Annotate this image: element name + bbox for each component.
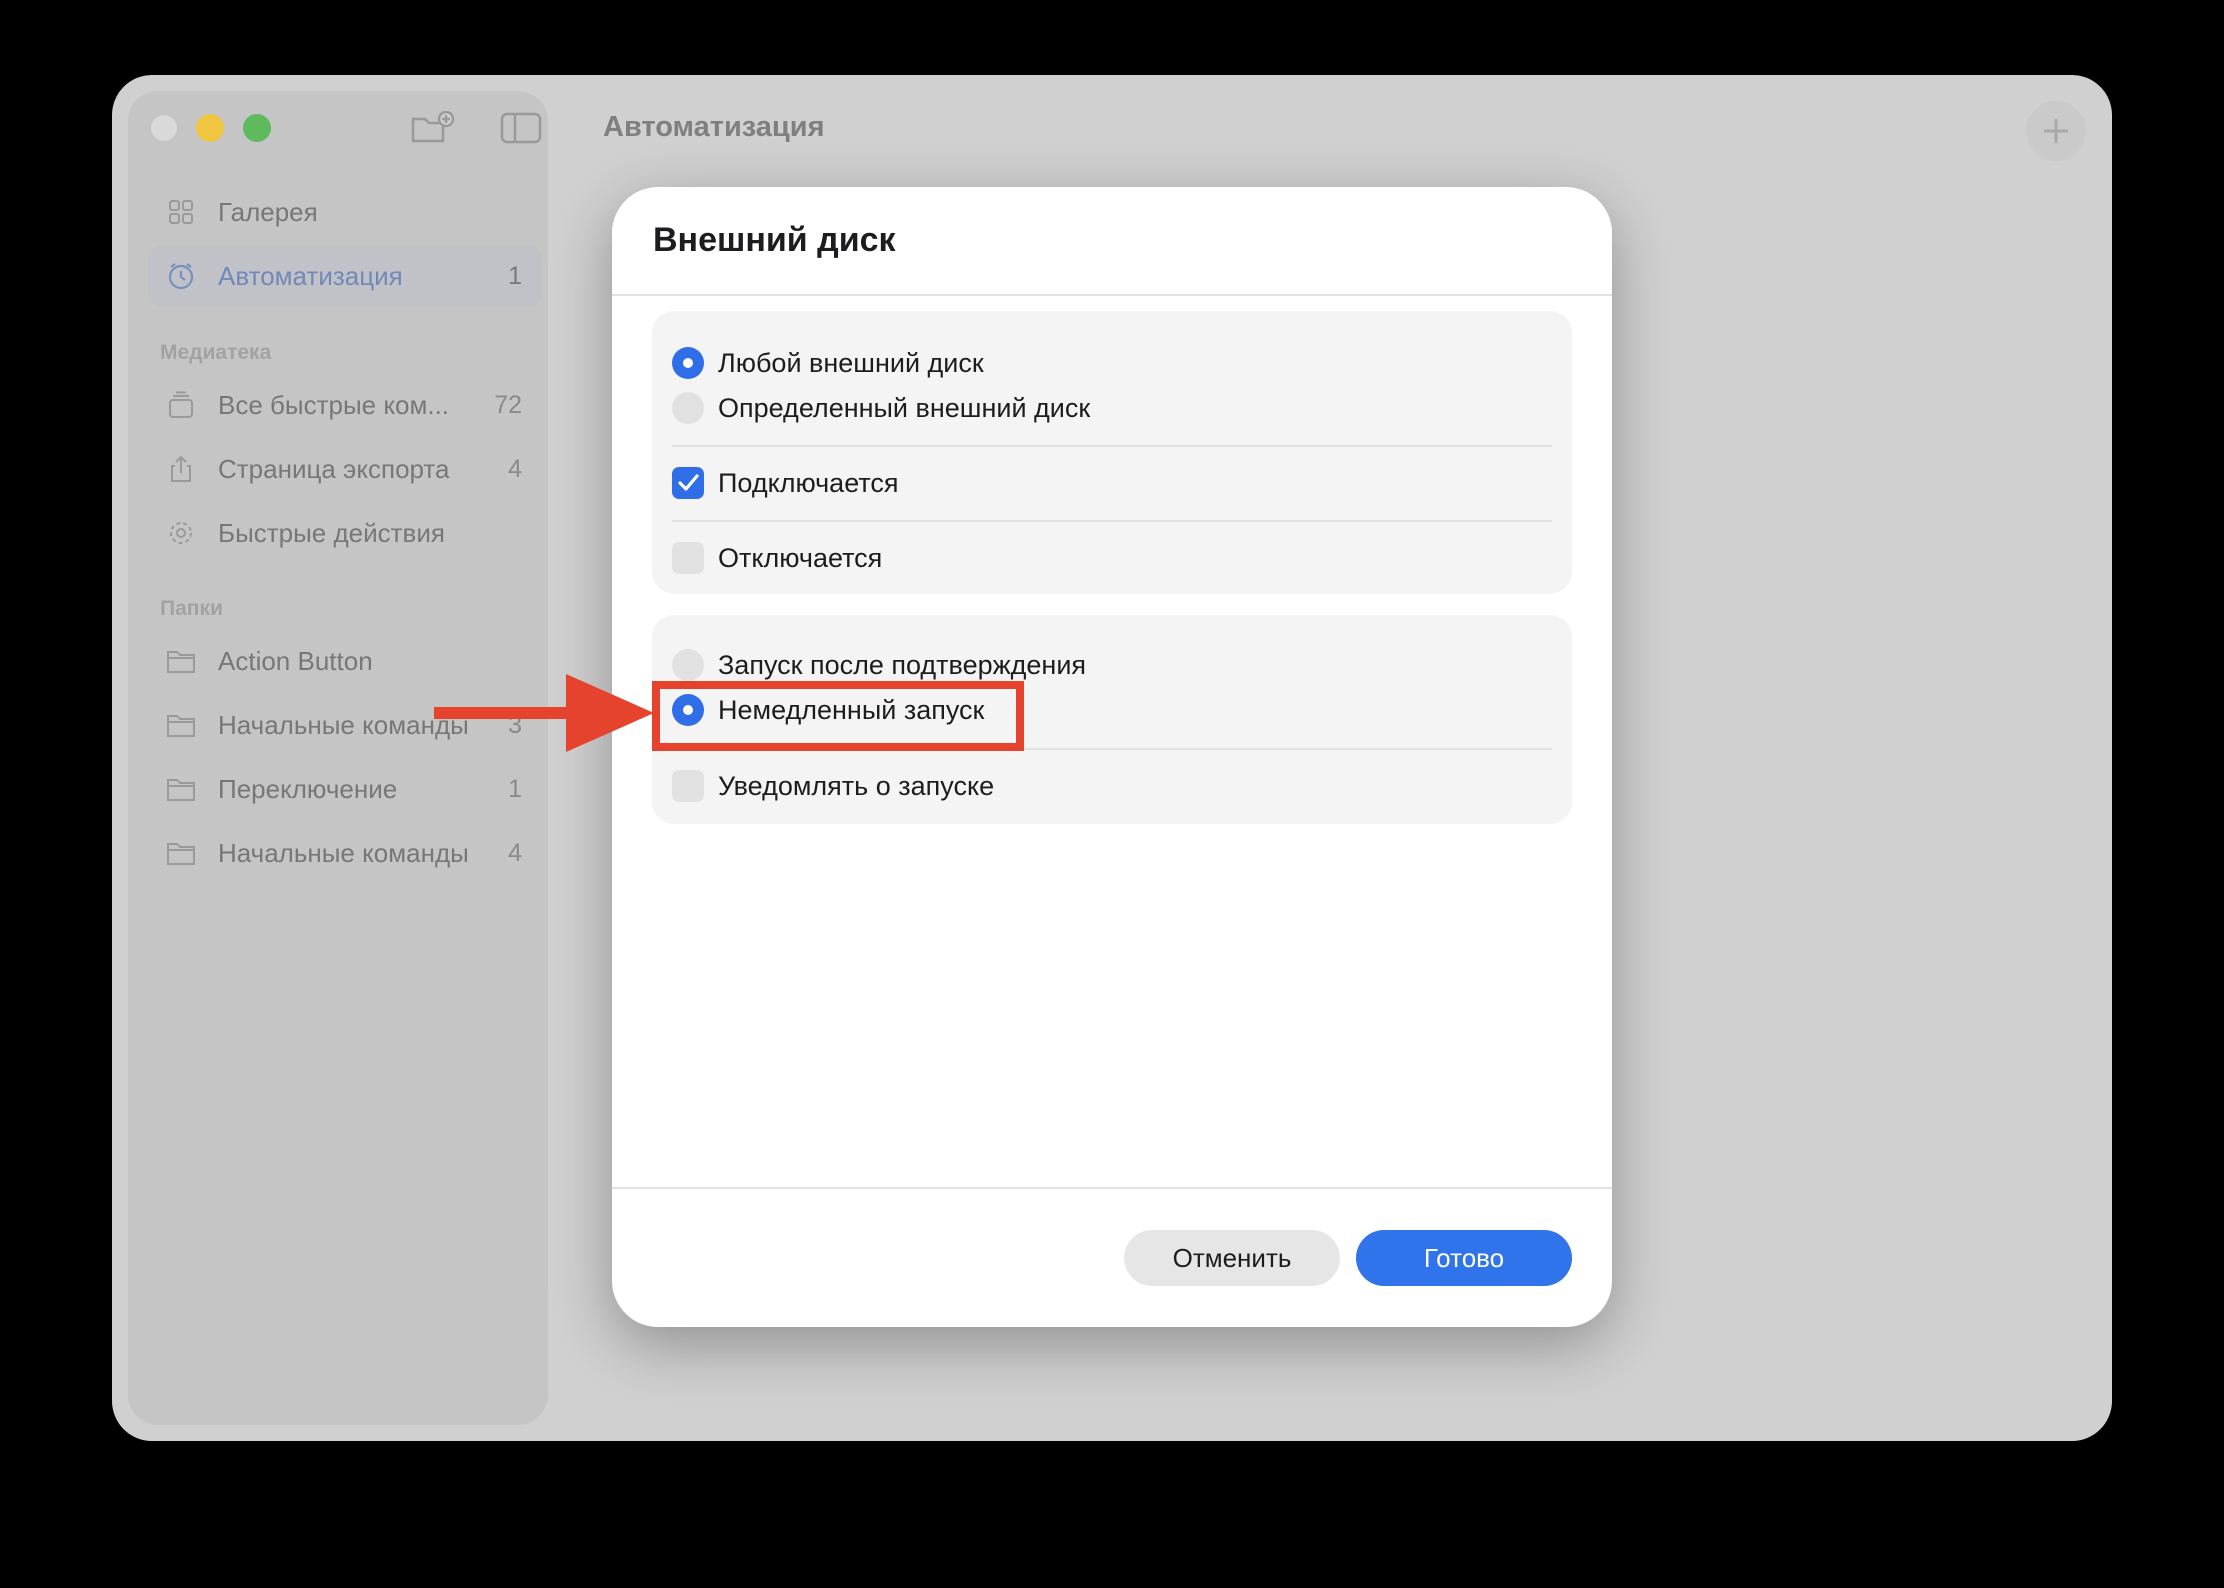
sidebar-item-share-sheet[interactable]: Страница экспорта 4 (148, 438, 542, 500)
divider (612, 1187, 1612, 1189)
share-icon (164, 452, 198, 486)
cancel-button[interactable]: Отменить (1124, 1230, 1340, 1286)
zoom-window-button[interactable] (243, 114, 271, 142)
divider (672, 520, 1552, 522)
option-label: Отключается (718, 542, 883, 573)
sidebar-item-label: Быстрые действия (218, 517, 445, 548)
folder-icon (164, 836, 198, 870)
option-label: Запуск после подтверждения (718, 649, 1087, 680)
annotation-arrow-icon (434, 674, 654, 752)
sidebar-item-count: 4 (508, 454, 522, 483)
sidebar-item-count: 72 (494, 390, 522, 419)
option-label: Подключается (718, 467, 899, 498)
radio-specific-drive[interactable]: Определенный внешний диск (672, 388, 1090, 428)
folder-plus-icon[interactable] (410, 111, 454, 145)
add-automation-button[interactable] (2026, 101, 2086, 161)
page-title: Автоматизация (603, 111, 825, 143)
radio-any-drive[interactable]: Любой внешний диск (672, 343, 984, 383)
stack-icon (164, 388, 198, 422)
folder-icon (164, 708, 198, 742)
external-drive-dialog: Внешний диск Любой внешний диск Определе… (612, 187, 1612, 1327)
divider (672, 445, 1552, 447)
dialog-title: Внешний диск (653, 221, 896, 259)
drive-options-group: Любой внешний диск Определенный внешний … (652, 311, 1572, 594)
minimize-window-button[interactable] (196, 114, 224, 142)
section-header-folders: Папки (160, 597, 223, 620)
plus-icon (2044, 119, 2068, 143)
grid-icon (164, 195, 198, 229)
option-label: Уведомлять о запуске (718, 770, 995, 801)
done-button[interactable]: Готово (1356, 1230, 1572, 1286)
checkbox-disconnects[interactable]: Отключается (672, 538, 882, 578)
radio-button[interactable] (672, 347, 704, 379)
sidebar-item-label: Начальные команды (218, 837, 469, 868)
close-window-button[interactable] (150, 114, 178, 142)
folder-icon (164, 644, 198, 678)
clock-icon (164, 259, 198, 293)
section-header-library: Медиатека (160, 341, 272, 364)
sidebar-icon[interactable] (499, 111, 543, 145)
checkbox[interactable] (672, 770, 704, 802)
sidebar-item-label: Action Button (218, 645, 373, 676)
sidebar-item-all-shortcuts[interactable]: Все быстрые ком... 72 (148, 374, 542, 436)
folder-icon (164, 772, 198, 806)
sidebar-item-automation[interactable]: Автоматизация 1 (148, 245, 542, 307)
sidebar-item-gallery[interactable]: Галерея (148, 181, 542, 243)
sidebar-item-count: 1 (508, 774, 522, 803)
checkbox-notify-on-run[interactable]: Уведомлять о запуске (672, 766, 994, 806)
checkbox[interactable] (672, 467, 704, 499)
checkmark-icon (678, 474, 699, 491)
sidebar-item-label: Все быстрые ком... (218, 389, 450, 420)
checkbox[interactable] (672, 542, 704, 574)
sidebar-item-quick-actions[interactable]: Быстрые действия (148, 502, 542, 564)
option-label: Любой внешний диск (718, 347, 984, 378)
sidebar-item-label: Переключение (218, 773, 398, 804)
radio-run-after-confirmation[interactable]: Запуск после подтверждения (672, 645, 1086, 685)
sidebar-item-count: 1 (508, 261, 522, 290)
option-label: Определенный внешний диск (718, 392, 1091, 423)
annotation-highlight-box (652, 681, 1024, 751)
sidebar-item-label: Страница экспорта (218, 453, 450, 484)
checkbox-connects[interactable]: Подключается (672, 463, 899, 503)
gear-icon (164, 516, 198, 550)
sidebar-item-count: 4 (508, 838, 522, 867)
sidebar-item-folder[interactable]: Переключение 1 (148, 758, 542, 820)
sidebar-item-folder[interactable]: Начальные команды 4 (148, 822, 542, 884)
radio-button[interactable] (672, 649, 704, 681)
sidebar-item-label: Галерея (218, 196, 318, 227)
radio-button[interactable] (672, 392, 704, 424)
divider (612, 294, 1612, 296)
sidebar-item-label: Автоматизация (218, 260, 403, 291)
